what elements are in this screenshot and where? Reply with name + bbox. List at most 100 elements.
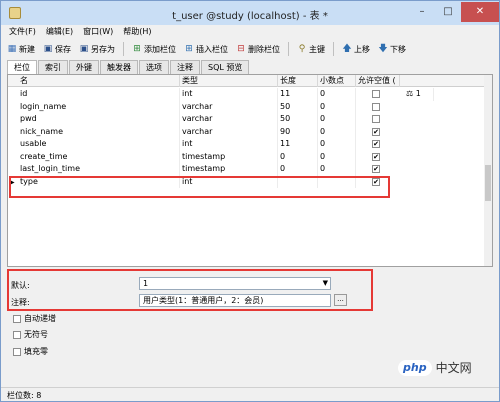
tab-fields[interactable]: 栏位 [7, 60, 37, 74]
cell-length[interactable] [278, 175, 318, 188]
cell-name[interactable]: last_login_time [18, 163, 180, 176]
move-up-button[interactable]: 🡅 上移 [342, 41, 370, 57]
scrollbar-thumb[interactable] [485, 165, 491, 201]
tab-triggers[interactable]: 触发器 [100, 60, 138, 74]
default-value-select[interactable]: 1 ▼ [139, 277, 331, 290]
cell-decimals[interactable]: 0 [318, 150, 356, 163]
cell-type[interactable]: varchar [180, 125, 278, 138]
close-icon[interactable]: ✕ [461, 2, 499, 22]
primary-key-button[interactable]: ⚲ 主键 [297, 41, 325, 57]
cell-type[interactable]: int [180, 175, 278, 188]
cell-name[interactable]: type [18, 175, 180, 188]
cell-length[interactable]: 50 [278, 113, 318, 126]
auto-increment-option[interactable]: 自动递增 [13, 313, 56, 324]
tab-sql-preview[interactable]: SQL 预览 [201, 60, 250, 74]
cell-type[interactable]: timestamp [180, 163, 278, 176]
menu-help[interactable]: 帮助(H) [123, 25, 151, 39]
default-value: 1 [143, 279, 149, 288]
move-down-button[interactable]: 🡇 下移 [378, 41, 406, 57]
cell-decimals[interactable]: 0 [318, 100, 356, 113]
column-header-name[interactable]: 名 [18, 75, 180, 87]
auto-increment-checkbox[interactable] [13, 314, 21, 323]
table-row[interactable]: create_time timestamp 0 0 ✔ [8, 150, 492, 163]
save-as-button[interactable]: ▣ 另存为 [79, 41, 115, 57]
column-header-length[interactable]: 长度 [278, 75, 318, 87]
grid-header: 名 类型 长度 小数点 允许空值 ( [8, 75, 492, 87]
toolbar-separator [288, 42, 289, 56]
add-field-button[interactable]: ⊞ 添加栏位 [132, 41, 176, 57]
cell-decimals[interactable]: 0 [318, 88, 356, 101]
field-count: 栏位数: 8 [7, 391, 42, 400]
save-icon: ▣ [43, 44, 53, 54]
menu-file[interactable]: 文件(F) [9, 25, 36, 39]
column-header-type[interactable]: 类型 [180, 75, 278, 87]
table-row[interactable]: usable int 11 0 ✔ [8, 138, 492, 151]
cell-type[interactable]: timestamp [180, 150, 278, 163]
cell-type[interactable]: varchar [180, 100, 278, 113]
nullable-checkbox[interactable]: ✔ [372, 152, 380, 161]
tab-indexes[interactable]: 索引 [38, 60, 68, 74]
comment-edit-button[interactable]: ... [334, 294, 347, 306]
table-row[interactable]: id int 11 0 ⚖ 1 [8, 88, 492, 101]
menu-window[interactable]: 窗口(W) [83, 25, 113, 39]
maximize-icon[interactable]: □ [435, 2, 461, 22]
tab-foreign-keys[interactable]: 外键 [69, 60, 99, 74]
key-icon: ⚲ [298, 44, 306, 54]
cell-name[interactable]: id [18, 88, 180, 101]
zerofill-option[interactable]: 填充零 [13, 346, 48, 357]
cell-length[interactable]: 11 [278, 88, 318, 101]
fields-grid: 名 类型 长度 小数点 允许空值 ( id int 11 0 ⚖ 1 login_name… [7, 74, 493, 267]
php-logo: php [398, 359, 432, 376]
cell-name[interactable]: usable [18, 138, 180, 151]
unsigned-option[interactable]: 无符号 [13, 329, 48, 340]
cell-type[interactable]: int [180, 138, 278, 151]
nullable-checkbox[interactable]: ✔ [372, 165, 380, 173]
table-row[interactable]: nick_name varchar 90 0 ✔ [8, 125, 492, 138]
chevron-down-icon[interactable]: ▼ [323, 278, 328, 289]
save-button[interactable]: ▣ 保存 [43, 41, 71, 57]
table-row[interactable]: pwd varchar 50 0 [8, 113, 492, 126]
table-row[interactable]: last_login_time timestamp 0 0 ✔ [8, 163, 492, 176]
cell-length[interactable]: 11 [278, 138, 318, 151]
nullable-checkbox[interactable] [372, 90, 380, 98]
cell-decimals[interactable]: 0 [318, 163, 356, 176]
insert-field-button[interactable]: ⊞ 插入栏位 [184, 41, 228, 57]
key-icon: ⚖ [406, 89, 416, 98]
nullable-checkbox[interactable]: ✔ [372, 140, 380, 148]
vertical-scrollbar[interactable] [484, 75, 492, 266]
toolbar-separator [123, 42, 124, 56]
nullable-checkbox[interactable]: ✔ [372, 127, 380, 136]
nullable-checkbox[interactable]: ✔ [372, 177, 380, 186]
cell-decimals[interactable]: 0 [318, 138, 356, 151]
watermark-text: 中文网 [435, 361, 472, 375]
cell-length[interactable]: 90 [278, 125, 318, 138]
zerofill-checkbox[interactable] [13, 347, 21, 356]
cell-type[interactable]: varchar [180, 113, 278, 126]
column-header-decimals[interactable]: 小数点 [318, 75, 356, 87]
comment-input[interactable]: 用户类型(1：普通用户，2：会员) [139, 294, 331, 307]
cell-length[interactable]: 50 [278, 100, 318, 113]
delete-field-button[interactable]: ⊟ 删除栏位 [236, 41, 280, 57]
cell-name[interactable]: nick_name [18, 125, 180, 138]
cell-type[interactable]: int [180, 88, 278, 101]
table-row[interactable]: login_name varchar 50 0 [8, 100, 492, 113]
nullable-checkbox[interactable] [372, 115, 380, 123]
status-bar: 栏位数: 8 [1, 387, 499, 401]
cell-name[interactable]: login_name [18, 100, 180, 113]
menu-edit[interactable]: 编辑(E) [46, 25, 73, 39]
cell-name[interactable]: create_time [18, 150, 180, 163]
cell-decimals[interactable]: 0 [318, 125, 356, 138]
cell-decimals[interactable]: 0 [318, 113, 356, 126]
cell-decimals[interactable] [318, 175, 356, 188]
unsigned-checkbox[interactable] [13, 330, 21, 339]
cell-length[interactable]: 0 [278, 150, 318, 163]
cell-name[interactable]: pwd [18, 113, 180, 126]
table-row[interactable]: ▶ type int ✔ [8, 175, 492, 188]
nullable-checkbox[interactable] [372, 102, 380, 111]
new-button[interactable]: ▦ 新建 [7, 41, 35, 57]
tab-comment[interactable]: 注释 [170, 60, 200, 74]
column-header-nullable[interactable]: 允许空值 ( [356, 75, 400, 87]
minimize-icon[interactable]: – [409, 2, 435, 22]
cell-length[interactable]: 0 [278, 163, 318, 176]
tab-options[interactable]: 选项 [139, 60, 169, 74]
